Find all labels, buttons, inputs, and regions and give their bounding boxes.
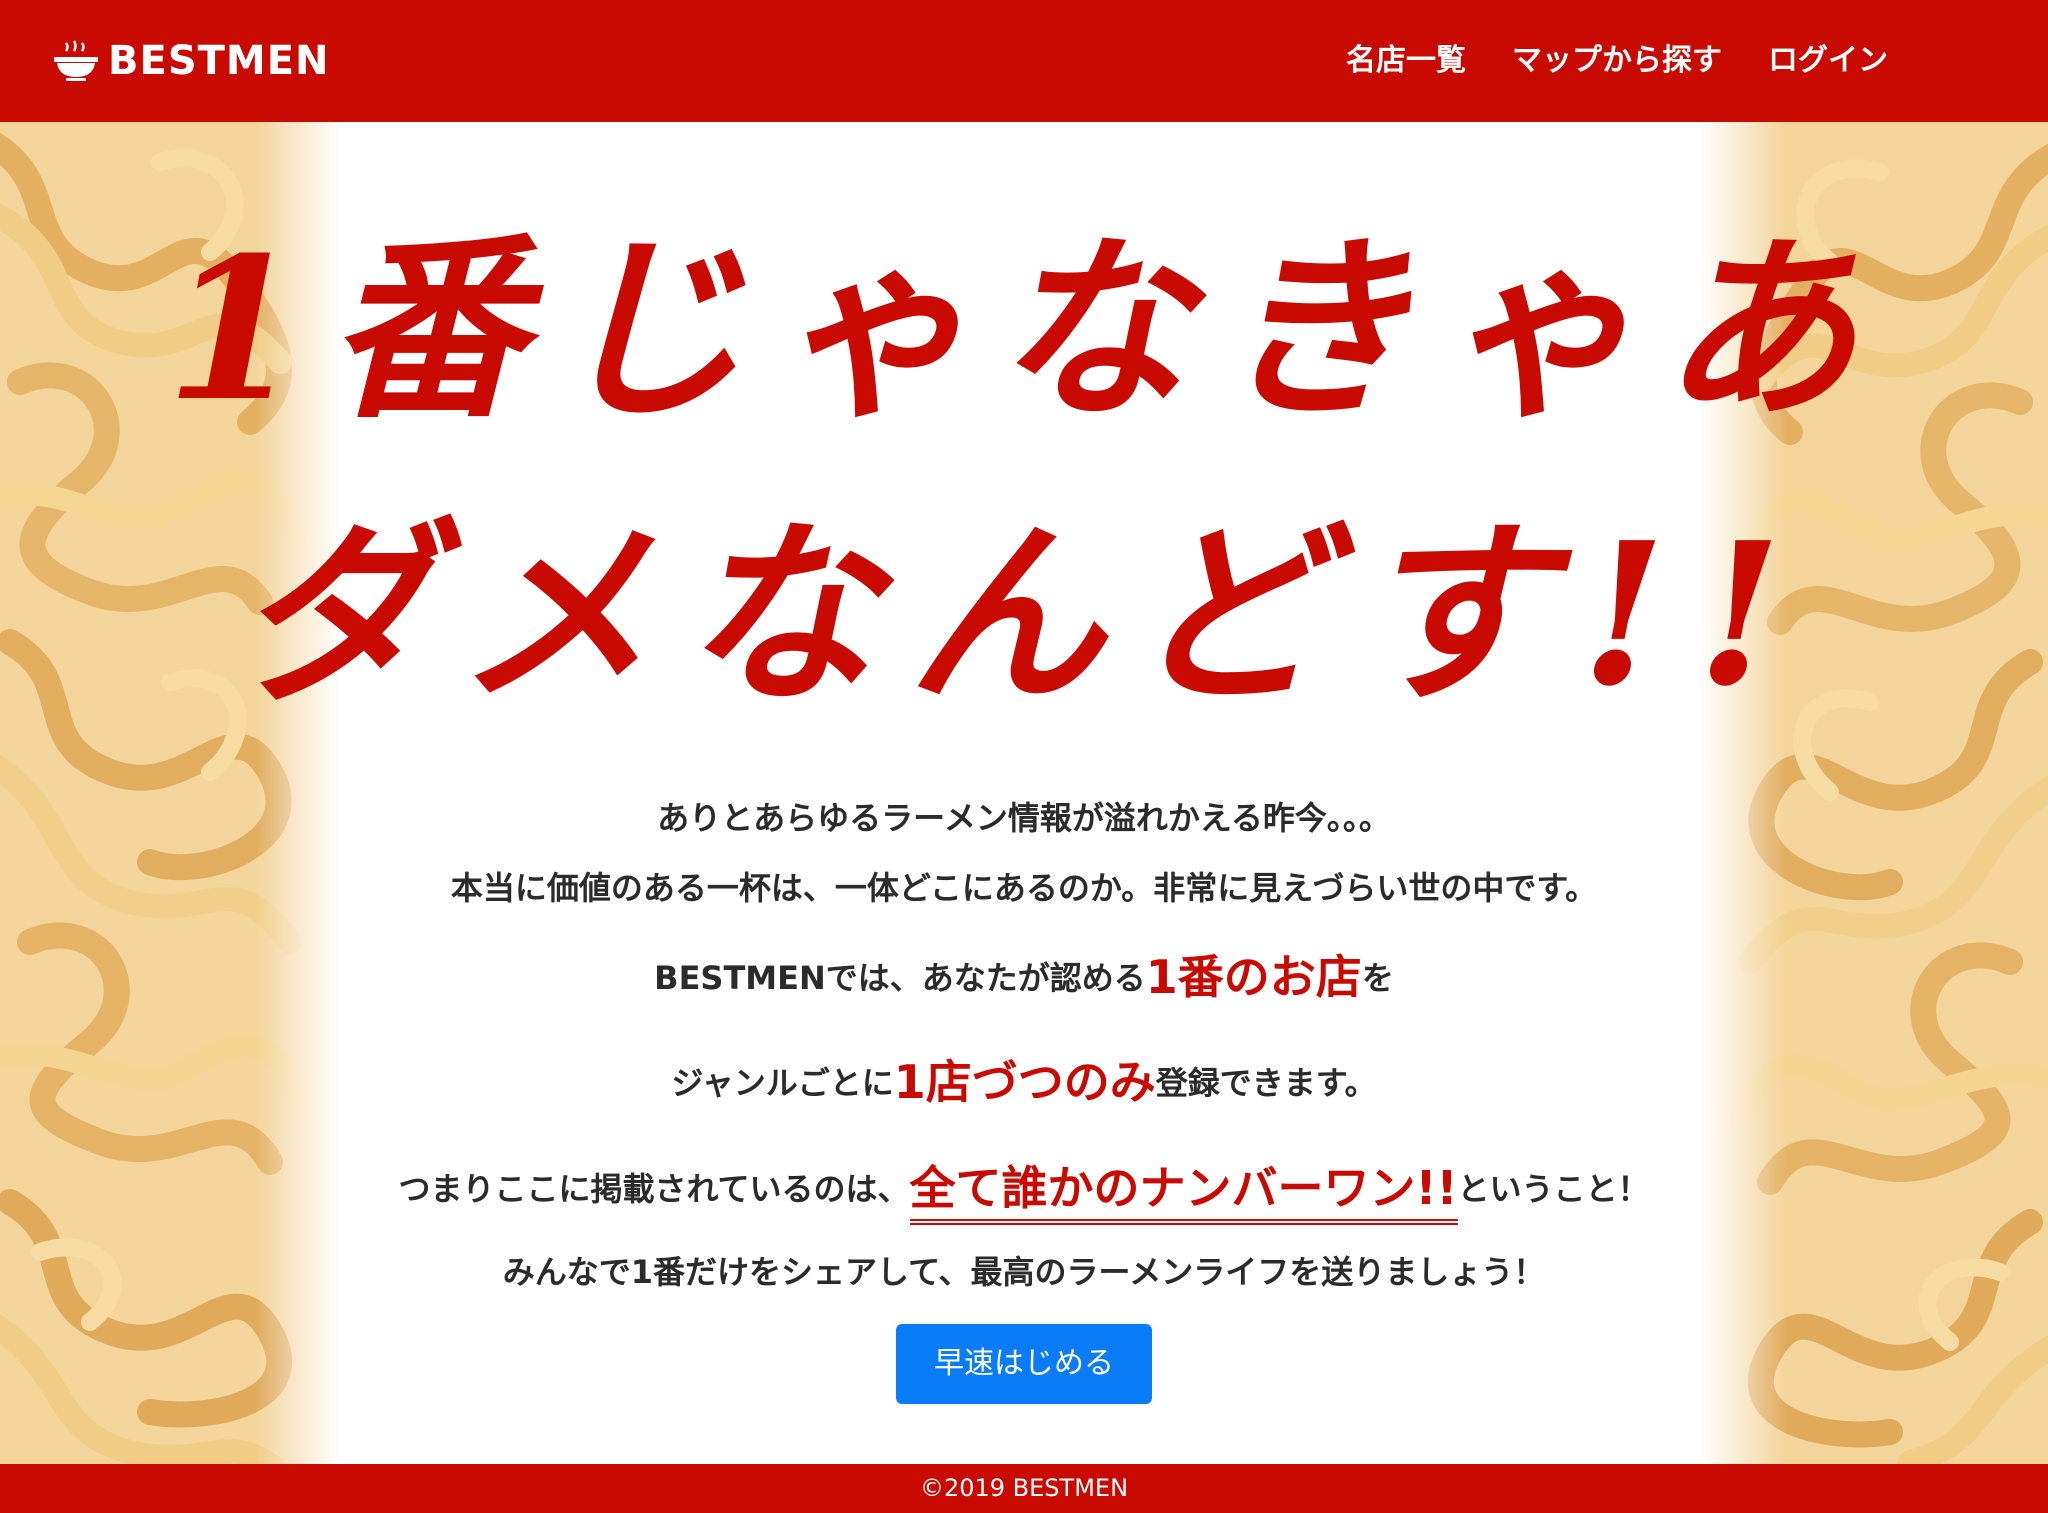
nav-login[interactable]: ログイン	[1768, 46, 1888, 76]
intro-paragraph-5: つまりここに掲載されているのは、全て誰かのナンバーワン!!ということ！	[0, 1161, 2048, 1225]
nav-famous-shops[interactable]: 名店一覧	[1346, 46, 1466, 76]
site-footer: ©2019 BESTMEN	[0, 1464, 2048, 1513]
intro-paragraph-3: BESTMENでは、あなたが認める1番のお店を	[0, 954, 2048, 1000]
get-started-button[interactable]: 早速はじめる	[896, 1324, 1152, 1404]
brand-name: BESTMEN	[108, 38, 330, 84]
intro-paragraph-6: みんなで1番だけをシェアして、最高のラーメンライフを送りましょう！	[502, 1253, 1546, 1291]
intro-paragraph-4: ジャンルごとに1店づつのみ登録できます。	[0, 1059, 2048, 1105]
paragraph-4-text: ジャンルごとに	[671, 1064, 894, 1102]
hero-section: 1番じゃなきゃあ ダメなんどす!! ありとあらゆるラーメン情報が溢れかえる昨今。…	[0, 122, 2048, 1464]
headline-line-2: ダメなんどす!!	[235, 500, 1813, 730]
site-header: BESTMEN 名店一覧 マップから探す ログイン	[0, 0, 2048, 122]
paragraph-3-accent: 1番のお店	[1145, 950, 1362, 1004]
paragraph-5-suffix: ということ！	[1457, 1170, 1650, 1208]
intro-paragraph-2: 本当に価値のある一杯は、一体どこにあるのか。非常に見えづらい世の中です。	[450, 869, 1598, 907]
headline-line-1: 1番じゃなきゃあ	[165, 215, 1883, 445]
paragraph-4-accent: 1店づつのみ	[893, 1055, 1156, 1109]
paragraph-3-text: BESTMENでは、あなたが認める	[654, 959, 1146, 997]
paragraph-4-suffix: 登録できます。	[1155, 1064, 1377, 1102]
main-nav: 名店一覧 マップから探す ログイン	[1346, 46, 1888, 76]
ramen-bowl-icon	[54, 40, 98, 81]
intro-paragraph-1: ありとあらゆるラーメン情報が溢れかえる昨今。。。	[657, 799, 1391, 837]
paragraph-3-suffix: を	[1361, 959, 1394, 997]
paragraph-5-text: つまりここに掲載されているのは、	[398, 1170, 910, 1208]
paragraph-5-accent: 全て誰かのナンバーワン!!	[909, 1161, 1458, 1225]
copyright-text: ©2019 BESTMEN	[919, 1474, 1129, 1502]
nav-search-by-map[interactable]: マップから探す	[1512, 46, 1722, 76]
landing-page: BESTMEN 名店一覧 マップから探す ログイン 1番じゃなきゃあ ダメなんど…	[0, 0, 2048, 1513]
brand-logo-link[interactable]: BESTMEN	[52, 39, 330, 83]
